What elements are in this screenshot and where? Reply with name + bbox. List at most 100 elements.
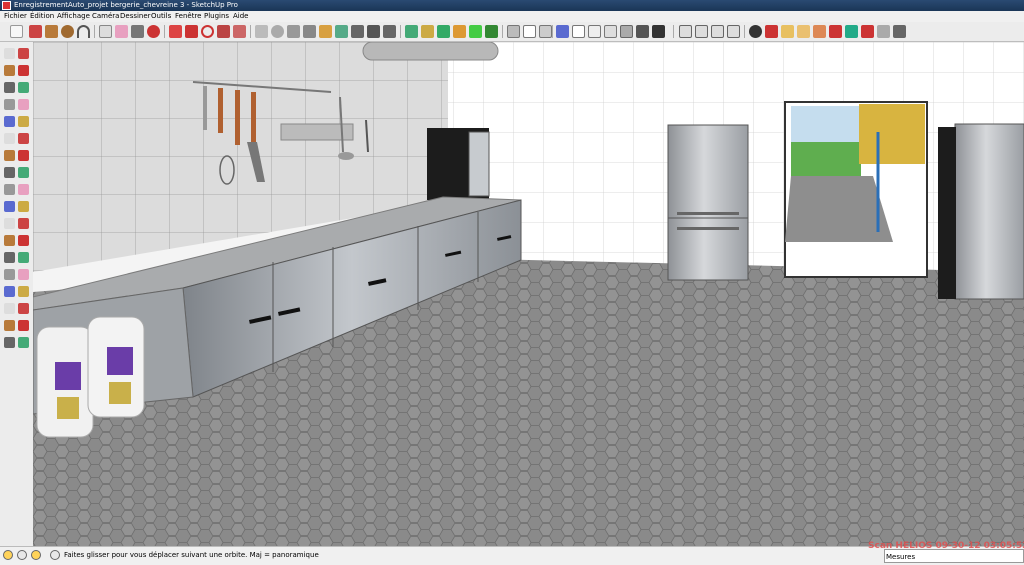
right-view-icon[interactable] [695, 25, 708, 38]
components-icon[interactable] [437, 25, 450, 38]
3d-viewport[interactable] [33, 42, 1024, 546]
follow-me-icon[interactable] [18, 150, 29, 161]
offset-icon[interactable] [18, 167, 29, 178]
section-plane-icon[interactable] [383, 25, 396, 38]
import-icon[interactable] [813, 25, 826, 38]
share-model-icon[interactable] [845, 25, 858, 38]
zoom-extents-icon[interactable] [4, 269, 15, 280]
menu-plugins[interactable]: Plugins [204, 12, 229, 20]
credits-icon[interactable] [17, 550, 27, 560]
rectangle-icon[interactable] [45, 25, 58, 38]
move-icon[interactable] [185, 25, 198, 38]
layout-icon[interactable] [893, 25, 906, 38]
hidden-line-icon[interactable] [588, 25, 601, 38]
section-plane-icon[interactable] [18, 303, 29, 314]
zoom-window-icon[interactable] [287, 25, 300, 38]
follow-me-icon[interactable] [217, 25, 230, 38]
layers-icon[interactable] [469, 25, 482, 38]
dimension-icon[interactable] [18, 184, 29, 195]
orbit-icon[interactable] [255, 25, 268, 38]
monochrome-icon[interactable] [636, 25, 649, 38]
sketchup-app-icon[interactable] [2, 1, 11, 10]
back-edges-icon[interactable] [652, 25, 665, 38]
get-models-icon[interactable] [861, 25, 874, 38]
zoom-icon[interactable] [4, 252, 15, 263]
position-camera-icon[interactable] [335, 25, 348, 38]
text-icon[interactable] [18, 201, 29, 212]
help-icon[interactable] [50, 550, 60, 560]
xray-icon[interactable] [556, 25, 569, 38]
wireframe-icon[interactable] [572, 25, 585, 38]
flag-icon[interactable] [765, 25, 778, 38]
pencil-icon[interactable] [29, 25, 42, 38]
look-around-icon[interactable] [367, 25, 380, 38]
select-icon[interactable] [4, 48, 15, 59]
shadows-icon[interactable] [485, 25, 498, 38]
shaded-textures-icon[interactable] [620, 25, 633, 38]
photo-texture-icon[interactable] [781, 25, 794, 38]
menu-dessiner[interactable]: Dessiner [120, 12, 151, 20]
sandbox-icon[interactable] [4, 320, 15, 331]
materials-icon[interactable] [453, 25, 466, 38]
iso-view-icon[interactable] [507, 25, 520, 38]
circle-icon[interactable] [61, 25, 74, 38]
axes-icon[interactable] [4, 218, 15, 229]
paint-icon[interactable] [4, 65, 15, 76]
circle-icon[interactable] [4, 99, 15, 110]
zoom-window-icon[interactable] [18, 252, 29, 263]
select-icon[interactable] [10, 25, 23, 38]
menu-fichier[interactable]: Fichier [4, 12, 27, 20]
arc-icon[interactable] [77, 25, 90, 38]
paint-bucket-icon[interactable] [147, 25, 160, 38]
rotate-icon[interactable] [201, 25, 214, 38]
eraser-icon[interactable] [115, 25, 128, 38]
user-icon[interactable] [31, 550, 41, 560]
move-icon[interactable] [4, 133, 15, 144]
polygon-icon[interactable] [4, 116, 15, 127]
top-view-icon[interactable] [539, 25, 552, 38]
pan-icon[interactable] [18, 235, 29, 246]
menu-aide[interactable]: Aide [233, 12, 248, 20]
make-component-icon[interactable] [18, 48, 29, 59]
walk-icon[interactable] [351, 25, 364, 38]
smoove-icon[interactable] [18, 337, 29, 348]
shaded-icon[interactable] [604, 25, 617, 38]
walk-icon[interactable] [18, 286, 29, 297]
freehand-icon[interactable] [18, 116, 29, 127]
zoom-icon[interactable] [271, 25, 284, 38]
export-icon[interactable] [797, 25, 810, 38]
menu-edition[interactable]: Édition [30, 12, 54, 20]
back-view-icon[interactable] [711, 25, 724, 38]
position-camera-icon[interactable] [4, 286, 15, 297]
left-view-icon[interactable] [727, 25, 740, 38]
menu-camera[interactable]: Caméra [92, 12, 119, 20]
stamp-icon[interactable] [18, 320, 29, 331]
zoom-extents-icon[interactable] [303, 25, 316, 38]
menu-affichage[interactable]: Affichage [57, 12, 90, 20]
line-icon[interactable] [18, 82, 29, 93]
previous-icon[interactable] [319, 25, 332, 38]
previous-icon[interactable] [18, 269, 29, 280]
look-around-icon[interactable] [4, 303, 15, 314]
make-component-icon[interactable] [99, 25, 112, 38]
eraser-icon[interactable] [18, 65, 29, 76]
push-pull-icon[interactable] [169, 25, 182, 38]
warehouse-icon[interactable] [877, 25, 890, 38]
scale-icon[interactable] [233, 25, 246, 38]
orbit-icon[interactable] [4, 235, 15, 246]
arc-icon[interactable] [18, 99, 29, 110]
styles-icon[interactable] [421, 25, 434, 38]
push-pull-icon[interactable] [18, 133, 29, 144]
print-icon[interactable] [829, 25, 842, 38]
drape-icon[interactable] [4, 337, 15, 348]
menu-outils[interactable]: Outils [151, 12, 171, 20]
menu-fenetre[interactable]: Fenêtre [175, 12, 201, 20]
3d-text-icon[interactable] [18, 218, 29, 229]
views-icon[interactable] [405, 25, 418, 38]
home-icon[interactable] [523, 25, 536, 38]
tape-measure-icon[interactable] [131, 25, 144, 38]
geo-location-icon[interactable] [3, 550, 13, 560]
protractor-icon[interactable] [4, 201, 15, 212]
camera-icon[interactable] [749, 25, 762, 38]
scale-icon[interactable] [4, 167, 15, 178]
